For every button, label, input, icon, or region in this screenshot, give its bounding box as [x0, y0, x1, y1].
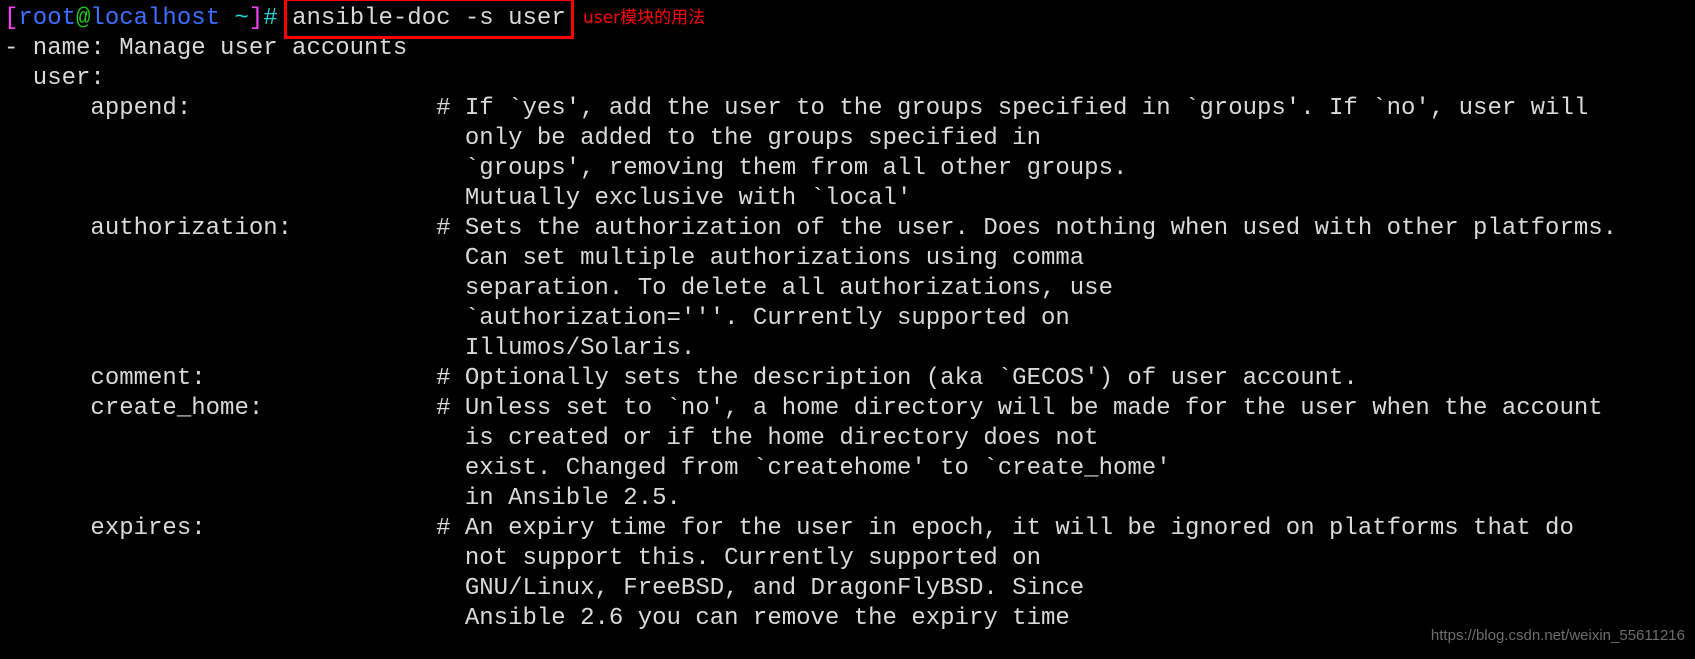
prompt-open-bracket: [	[4, 5, 19, 32]
output-line: create_home: # Unless set to `no', a hom…	[4, 395, 1603, 422]
output-line: `authorization='''. Currently supported …	[4, 305, 1070, 332]
prompt-hash-symbol: #	[263, 5, 278, 32]
output-line: append: # If `yes', add the user to the …	[4, 95, 1589, 122]
output-line: exist. Changed from `createhome' to `cre…	[4, 455, 1171, 482]
prompt-working-directory: ~	[220, 5, 249, 32]
prompt-close-bracket: ]	[248, 5, 264, 32]
output-line: GNU/Linux, FreeBSD, and DragonFlyBSD. Si…	[4, 575, 1085, 602]
prompt-line: [root@localhost ~]# ansible-doc -s user	[0, 0, 1695, 39]
command-output: - name: Manage user accounts user: appen…	[0, 34, 1695, 634]
prompt-at-symbol: @	[76, 5, 91, 32]
prompt-hostname: localhost	[90, 5, 221, 32]
output-line: in Ansible 2.5.	[4, 485, 681, 512]
output-line: Illumos/Solaris.	[4, 335, 696, 362]
output-line: is created or if the home directory does…	[4, 425, 1099, 452]
output-line: only be added to the groups specified in	[4, 125, 1041, 152]
output-line: `groups', removing them from all other g…	[4, 155, 1128, 182]
command-highlight-group: ansible-doc -s user	[284, 0, 574, 39]
terminal-window[interactable]: [root@localhost ~]# ansible-doc -s user …	[0, 0, 1695, 659]
output-line: comment: # Optionally sets the descripti…	[4, 365, 1358, 392]
output-line: separation. To delete all authorizations…	[4, 275, 1113, 302]
watermark-url: https://blog.csdn.net/weixin_55611216	[1430, 627, 1685, 644]
output-line: expires: # An expiry time for the user i…	[4, 515, 1574, 542]
output-line: not support this. Currently supported on	[4, 545, 1041, 572]
output-line: Mutually exclusive with `local'	[4, 185, 912, 212]
prompt-user: root	[18, 5, 77, 32]
output-line: - name: Manage user accounts	[4, 35, 408, 62]
output-line: user:	[4, 65, 105, 92]
annotation-label: user模块的用法	[583, 8, 706, 28]
output-line: authorization: # Sets the authorization …	[4, 215, 1618, 242]
output-line: Can set multiple authorizations using co…	[4, 245, 1085, 272]
command-text[interactable]: ansible-doc -s user	[292, 5, 566, 32]
